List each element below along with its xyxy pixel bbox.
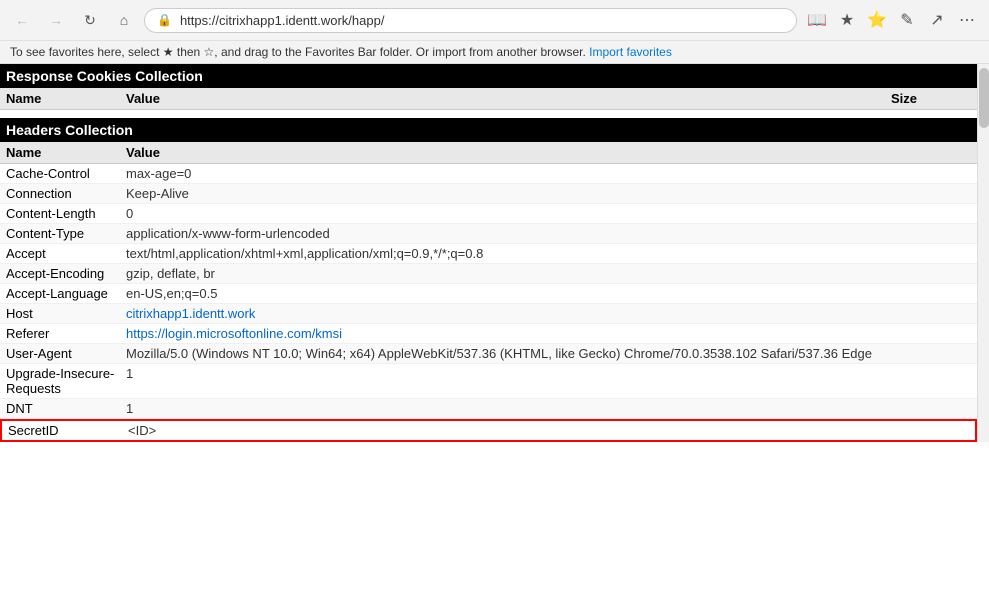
table-row: Cache-Control max-age=0: [0, 164, 977, 184]
address-bar[interactable]: 🔒: [144, 8, 797, 33]
favorites-bar-text: To see favorites here, select: [10, 45, 163, 59]
table-row: Content-Length 0: [0, 204, 977, 224]
headers-collection-title: Headers Collection: [0, 118, 977, 142]
browser-toolbar: ← → ↻ ⌂ 🔒 📖 ★ ⭐ ✎ ↗ ⋯: [0, 0, 989, 40]
headers-collection-section: Headers Collection Name Value Cache-Cont…: [0, 118, 977, 442]
cell-name: Accept-Language: [6, 286, 126, 301]
favorites-button[interactable]: ★: [833, 6, 861, 34]
lock-icon: 🔒: [157, 13, 172, 27]
more-button[interactable]: ⋯: [953, 6, 981, 34]
cell-name: Upgrade-Insecure-Requests: [6, 366, 126, 396]
table-row: Referer https://login.microsoftonline.co…: [0, 324, 977, 344]
cell-name: Content-Type: [6, 226, 126, 241]
cell-value: https://login.microsoftonline.com/kmsi: [126, 326, 971, 341]
response-cookies-title: Response Cookies Collection: [0, 64, 977, 88]
back-button[interactable]: ←: [8, 6, 36, 34]
cell-value: citrixhapp1.identt.work: [126, 306, 971, 321]
col-header-value: Value: [126, 91, 891, 106]
table-row: Connection Keep-Alive: [0, 184, 977, 204]
table-row: Accept text/html,application/xhtml+xml,a…: [0, 244, 977, 264]
table-row: DNT 1: [0, 399, 977, 419]
cell-name: Accept: [6, 246, 126, 261]
cell-value: 0: [126, 206, 971, 221]
cell-name: DNT: [6, 401, 126, 416]
favorites-bar-suffix: then ☆, and drag to the Favorites Bar fo…: [177, 45, 586, 59]
favorites-bar: To see favorites here, select ★ then ☆, …: [0, 40, 989, 63]
import-favorites-link[interactable]: Import favorites: [589, 45, 672, 59]
table-row: Host citrixhapp1.identt.work: [0, 304, 977, 324]
refresh-button[interactable]: ↻: [76, 6, 104, 34]
cell-name: Host: [6, 306, 126, 321]
cell-name: User-Agent: [6, 346, 126, 361]
share-button[interactable]: ↗: [923, 6, 951, 34]
collections-button[interactable]: ⭐: [863, 6, 891, 34]
cell-name: Referer: [6, 326, 126, 341]
page-content: Response Cookies Collection Name Value S…: [0, 64, 989, 442]
table-row-secretid: SecretID <ID>: [0, 419, 977, 442]
toolbar-icons: 📖 ★ ⭐ ✎ ↗ ⋯: [803, 6, 981, 34]
url-input[interactable]: [180, 13, 784, 28]
cell-value: Mozilla/5.0 (Windows NT 10.0; Win64; x64…: [126, 346, 971, 361]
cell-value-secretid: <ID>: [128, 423, 969, 438]
cell-name: Content-Length: [6, 206, 126, 221]
col-header-size: Size: [891, 91, 971, 106]
cell-value: 1: [126, 366, 971, 396]
reading-view-button[interactable]: 📖: [803, 6, 831, 34]
notes-button[interactable]: ✎: [893, 6, 921, 34]
cell-name: Connection: [6, 186, 126, 201]
cell-value: application/x-www-form-urlencoded: [126, 226, 971, 241]
table-row: Accept-Encoding gzip, deflate, br: [0, 264, 977, 284]
cell-name: Cache-Control: [6, 166, 126, 181]
headers-col-headers: Name Value: [0, 142, 977, 164]
table-row: Content-Type application/x-www-form-urle…: [0, 224, 977, 244]
scrollbar[interactable]: [977, 64, 989, 442]
cell-value: max-age=0: [126, 166, 971, 181]
table-row: Upgrade-Insecure-Requests 1: [0, 364, 977, 399]
table-row: Accept-Language en-US,en;q=0.5: [0, 284, 977, 304]
col-header-name: Name: [6, 91, 126, 106]
response-cookies-col-headers: Name Value Size: [0, 88, 977, 110]
cell-value: gzip, deflate, br: [126, 266, 971, 281]
cell-name-secretid: SecretID: [8, 423, 128, 438]
col-header-name: Name: [6, 145, 126, 160]
cell-name: Accept-Encoding: [6, 266, 126, 281]
star-icon: ★: [163, 45, 174, 59]
cell-value: en-US,en;q=0.5: [126, 286, 971, 301]
cell-value: 1: [126, 401, 971, 416]
cell-value: Keep-Alive: [126, 186, 971, 201]
table-row: User-Agent Mozilla/5.0 (Windows NT 10.0;…: [0, 344, 977, 364]
col-header-value: Value: [126, 145, 971, 160]
cell-value: text/html,application/xhtml+xml,applicat…: [126, 246, 971, 261]
forward-button[interactable]: →: [42, 6, 70, 34]
browser-chrome: ← → ↻ ⌂ 🔒 📖 ★ ⭐ ✎ ↗ ⋯ To see favorites h…: [0, 0, 989, 64]
response-cookies-section: Response Cookies Collection Name Value S…: [0, 64, 977, 110]
home-button[interactable]: ⌂: [110, 6, 138, 34]
scrollbar-thumb[interactable]: [979, 68, 989, 128]
